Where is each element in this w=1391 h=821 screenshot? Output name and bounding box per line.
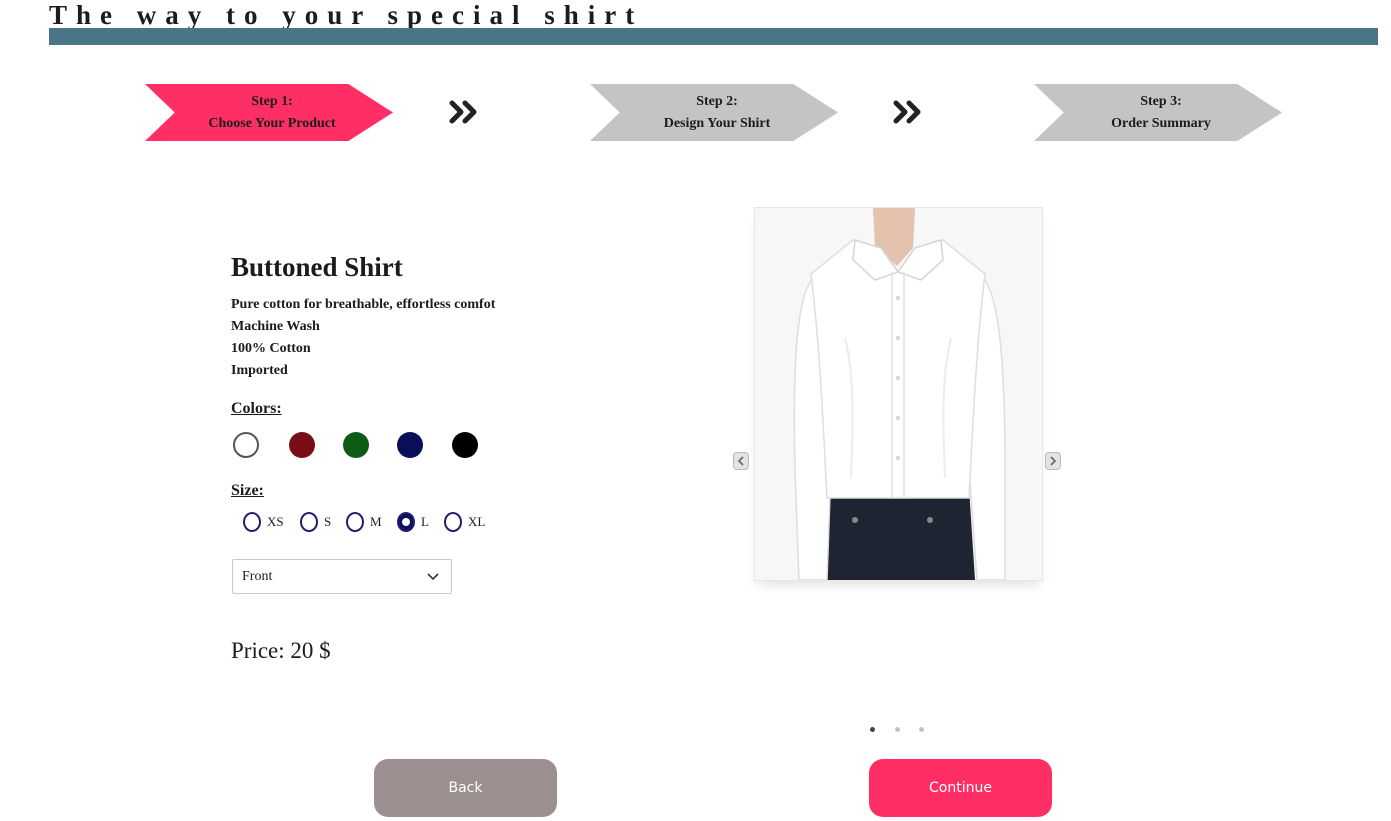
step-3-order-summary[interactable]: Step 3: Order Summary <box>1034 84 1282 141</box>
size-option-label: S <box>324 514 332 529</box>
size-option-xl[interactable]: XL <box>444 510 485 534</box>
size-option-xs[interactable]: XS <box>243 510 284 534</box>
color-swatch-white[interactable] <box>233 432 259 458</box>
product-name: Buttoned Shirt <box>231 252 403 282</box>
feature-item: 100% Cotton <box>231 341 311 356</box>
continue-button[interactable]: Continue <box>869 759 1052 817</box>
feature-item: Imported <box>231 363 288 378</box>
carousel-prev-button[interactable] <box>733 452 749 470</box>
colors-label: Colors: <box>231 400 282 417</box>
color-swatch-maroon[interactable] <box>289 432 315 458</box>
feature-item: Machine Wash <box>231 319 320 334</box>
color-swatch-green[interactable] <box>343 432 369 458</box>
carousel-dot-2[interactable] <box>895 727 900 732</box>
step-3-number: Step 3: <box>1140 93 1182 109</box>
chevron-right-icon <box>1050 456 1057 466</box>
size-radio[interactable] <box>346 512 364 532</box>
size-option-label: XL <box>468 514 486 529</box>
back-button[interactable]: Back <box>374 759 557 817</box>
carousel-dot-1[interactable] <box>870 727 875 732</box>
chevron-left-icon <box>737 456 744 466</box>
step-2-design-shirt[interactable]: Step 2: Design Your Shirt <box>590 84 838 141</box>
size-option-s[interactable]: S <box>300 510 331 534</box>
carousel-dot-3[interactable] <box>919 727 924 732</box>
color-swatch-navy[interactable] <box>397 432 423 458</box>
double-chevron-right-icon <box>444 94 484 130</box>
size-option-label: M <box>370 514 382 529</box>
site-title: The way to your special shirt <box>49 0 644 30</box>
product-image-carousel <box>754 207 1043 581</box>
color-swatch-black[interactable] <box>452 432 478 458</box>
shirt-model-image <box>755 208 1042 580</box>
step-1-number: Step 1: <box>251 93 293 109</box>
size-radio[interactable] <box>444 512 462 532</box>
size-option-label: L <box>421 514 429 529</box>
step-1-label: Choose Your Product <box>208 115 336 131</box>
step-1-choose-product[interactable]: Step 1: Choose Your Product <box>145 84 393 141</box>
size-option-label: XS <box>267 514 284 529</box>
title-underline-bar <box>49 28 1378 45</box>
size-radio[interactable] <box>300 512 318 532</box>
chevron-down-icon <box>427 572 439 580</box>
size-radio-checked[interactable] <box>397 512 415 532</box>
feature-item: Pure cotton for breathable, effortless c… <box>231 297 496 312</box>
step-3-label: Order Summary <box>1111 115 1211 131</box>
product-features: Pure cotton for breathable, effortless c… <box>231 294 531 382</box>
step-2-number: Step 2: <box>696 93 738 109</box>
size-radio[interactable] <box>243 512 261 532</box>
size-option-l[interactable]: L <box>397 510 429 534</box>
size-label: Size: <box>231 482 264 499</box>
view-select-value: Front <box>242 568 273 584</box>
step-2-label: Design Your Shirt <box>663 115 771 131</box>
product-price: Price: 20 $ <box>231 638 331 663</box>
size-option-m[interactable]: M <box>346 510 382 534</box>
double-chevron-right-icon <box>888 94 928 130</box>
view-select-dropdown[interactable]: Front <box>232 559 452 594</box>
carousel-next-button[interactable] <box>1045 452 1061 470</box>
